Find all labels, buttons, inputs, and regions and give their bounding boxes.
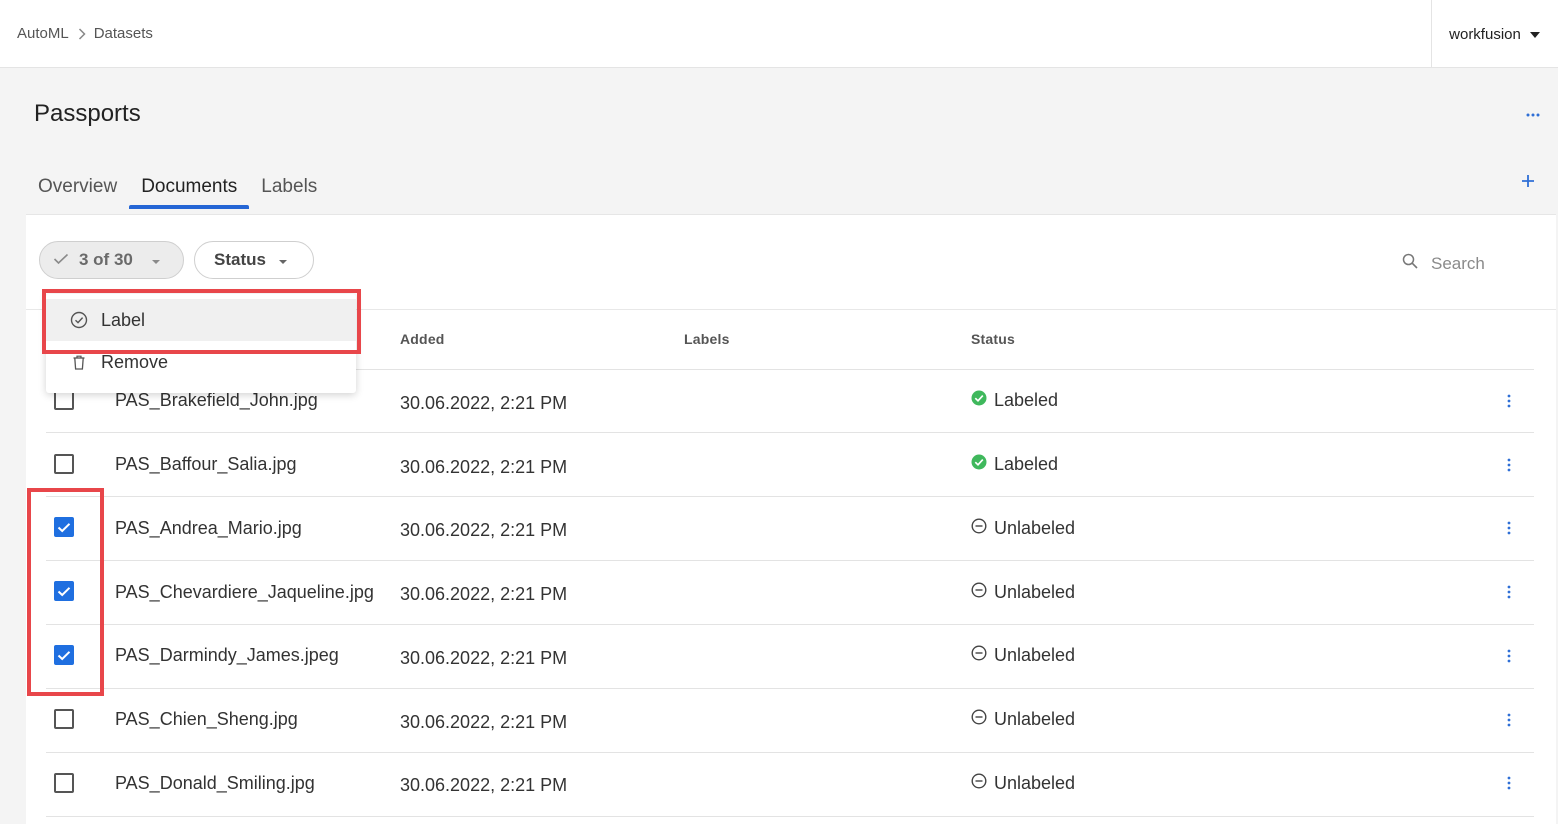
table-row[interactable]: PAS_Darmindy_James.jpeg 30.06.2022, 2:21… xyxy=(46,625,1534,689)
row-checkbox-checked[interactable] xyxy=(54,517,74,537)
menu-item-remove-text: Remove xyxy=(101,351,169,372)
menu-item-label[interactable]: Label xyxy=(46,299,356,341)
breadcrumb: AutoML Datasets xyxy=(17,25,153,42)
status-cell: Unlabeled xyxy=(971,709,1075,730)
row-actions-icon[interactable] xyxy=(1504,456,1514,474)
check-circle-icon xyxy=(971,454,987,475)
status-text: Unlabeled xyxy=(994,709,1076,729)
minus-circle-icon xyxy=(971,709,987,730)
file-name[interactable]: PAS_Donald_Smiling.jpg xyxy=(115,773,315,794)
date-added: 30.06.2022, 2:21 PM xyxy=(400,457,568,477)
status-cell: Unlabeled xyxy=(971,518,1075,539)
search-box[interactable]: Search xyxy=(1402,253,1485,274)
account-menu[interactable]: workfusion xyxy=(1431,0,1558,68)
row-checkbox[interactable] xyxy=(54,390,74,410)
row-actions-icon[interactable] xyxy=(1504,583,1514,601)
caret-down-icon xyxy=(278,250,288,270)
column-header-status[interactable]: Status xyxy=(971,331,1015,347)
status-text: Unlabeled xyxy=(994,645,1076,665)
table-row[interactable]: PAS_Baffour_Salia.jpg 30.06.2022, 2:21 P… xyxy=(46,433,1534,497)
row-actions-icon[interactable] xyxy=(1504,774,1514,792)
tab-bar: Overview Documents Labels xyxy=(26,170,329,209)
status-filter-label: Status xyxy=(214,250,266,269)
file-name[interactable]: PAS_Brakefield_John.jpg xyxy=(115,390,318,411)
check-circle-icon xyxy=(971,390,987,411)
file-name[interactable]: PAS_Andrea_Mario.jpg xyxy=(115,518,302,539)
tab-documents[interactable]: Documents xyxy=(129,170,250,209)
caret-down-icon xyxy=(151,250,161,270)
account-name: workfusion xyxy=(1449,25,1521,43)
row-actions-icon[interactable] xyxy=(1504,647,1514,665)
status-text: Labeled xyxy=(994,390,1059,410)
status-cell: Labeled xyxy=(971,454,1058,475)
top-bar: AutoML Datasets workfusion xyxy=(0,0,1558,68)
date-added: 30.06.2022, 2:21 PM xyxy=(400,584,568,604)
menu-item-remove[interactable]: Remove xyxy=(46,341,356,383)
check-circle-outline-icon xyxy=(70,311,88,329)
status-cell: Unlabeled xyxy=(971,582,1075,603)
row-checkbox-checked[interactable] xyxy=(54,645,74,665)
file-name[interactable]: PAS_Baffour_Salia.jpg xyxy=(115,454,296,475)
file-name[interactable]: PAS_Darmindy_James.jpeg xyxy=(115,645,339,666)
file-name[interactable]: PAS_Chien_Sheng.jpg xyxy=(115,709,298,730)
row-actions-icon[interactable] xyxy=(1504,711,1514,729)
date-added: 30.06.2022, 2:21 PM xyxy=(400,393,568,413)
status-text: Unlabeled xyxy=(994,518,1076,538)
tab-overview[interactable]: Overview xyxy=(26,170,129,209)
file-name[interactable]: PAS_Chevardiere_Jaqueline.jpg xyxy=(115,582,374,603)
page-title: Passports xyxy=(34,100,141,127)
selection-count: 3 of 30 xyxy=(79,250,133,269)
breadcrumb-current: Datasets xyxy=(93,25,153,42)
selection-actions-menu: Label Remove xyxy=(46,294,356,393)
status-filter-button[interactable]: Status xyxy=(194,241,314,279)
minus-circle-icon xyxy=(971,645,987,666)
row-actions-icon[interactable] xyxy=(1504,392,1514,410)
trash-icon xyxy=(73,355,85,370)
table-row[interactable]: PAS_Chevardiere_Jaqueline.jpg 30.06.2022… xyxy=(46,561,1534,625)
status-cell: Labeled xyxy=(971,390,1058,411)
search-icon xyxy=(1402,253,1418,274)
row-checkbox[interactable] xyxy=(54,454,74,474)
date-added: 30.06.2022, 2:21 PM xyxy=(400,712,568,732)
minus-circle-icon xyxy=(971,773,987,794)
add-icon[interactable] xyxy=(1521,174,1535,193)
column-header-labels[interactable]: Labels xyxy=(684,331,730,347)
status-text: Unlabeled xyxy=(994,582,1076,602)
row-actions-icon[interactable] xyxy=(1504,519,1514,537)
row-checkbox[interactable] xyxy=(54,709,74,729)
tab-labels[interactable]: Labels xyxy=(249,170,329,209)
check-icon xyxy=(53,250,69,270)
breadcrumb-root[interactable]: AutoML xyxy=(17,25,69,42)
table-row[interactable]: PAS_Donald_Smiling.jpg 30.06.2022, 2:21 … xyxy=(46,753,1534,817)
caret-down-icon xyxy=(1529,26,1541,43)
column-header-added[interactable]: Added xyxy=(400,331,445,347)
status-text: Unlabeled xyxy=(994,773,1076,793)
more-options-icon[interactable] xyxy=(1526,104,1540,122)
date-added: 30.06.2022, 2:21 PM xyxy=(400,648,568,668)
date-added: 30.06.2022, 2:21 PM xyxy=(400,520,568,540)
search-placeholder: Search xyxy=(1431,253,1485,273)
chevron-right-icon xyxy=(78,27,86,40)
row-checkbox-checked[interactable] xyxy=(54,581,74,601)
minus-circle-icon xyxy=(971,518,987,539)
date-added: 30.06.2022, 2:21 PM xyxy=(400,775,568,795)
menu-item-label-text: Label xyxy=(101,309,146,330)
row-checkbox[interactable] xyxy=(54,773,74,793)
selection-dropdown-button[interactable]: 3 of 30 xyxy=(39,241,184,279)
status-cell: Unlabeled xyxy=(971,773,1075,794)
table-row[interactable]: PAS_Chien_Sheng.jpg 30.06.2022, 2:21 PM … xyxy=(46,689,1534,753)
minus-circle-icon xyxy=(971,582,987,603)
table-row[interactable]: PAS_Andrea_Mario.jpg 30.06.2022, 2:21 PM… xyxy=(46,497,1534,561)
status-text: Labeled xyxy=(994,454,1059,474)
status-cell: Unlabeled xyxy=(971,645,1075,666)
